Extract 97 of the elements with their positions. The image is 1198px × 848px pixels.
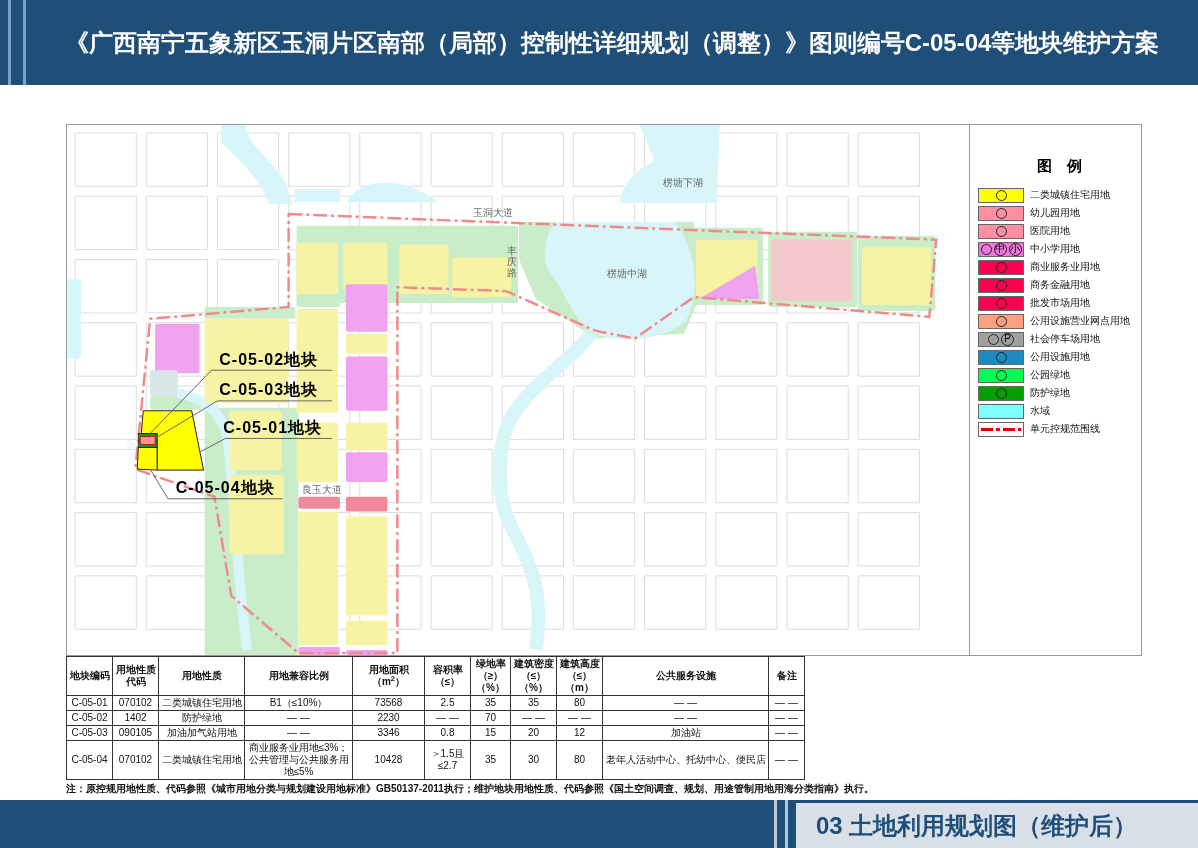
table-cell: C-05-04 bbox=[66, 740, 113, 780]
table-header-cell: 建筑高度 （≤） （m） bbox=[556, 656, 603, 696]
legend-title: 图 例 bbox=[1037, 156, 1082, 176]
table-cell: — — bbox=[510, 710, 557, 726]
table-note: 注：原控规用地性质、代码参照《城市用地分类与规划建设用地标准》GB50137-2011执行；维护地块用地性质、代码参照《国土空间调查、规划、用途管制用地用海分类指南》执行。 bbox=[66, 783, 874, 795]
legend-label: 单元控规范围线 bbox=[1030, 424, 1100, 434]
table-cell: — — bbox=[768, 710, 805, 726]
legend-label: 二类城镇住宅用地 bbox=[1030, 190, 1110, 200]
school-parcel bbox=[345, 452, 388, 482]
table-cell: — — bbox=[244, 710, 353, 726]
table-cell: 二类城镇住宅用地 bbox=[158, 740, 245, 780]
footer-title: 03 土地利用规划图（维护后） bbox=[796, 803, 1198, 848]
residential-parcel bbox=[399, 244, 449, 295]
legend-label: 批发市场用地 bbox=[1030, 298, 1090, 308]
table-cell: 35 bbox=[470, 740, 511, 780]
page-title: 《广西南宁五象新区玉洞片区南部（局部）控制性详细规划（调整）》图则编号C-05-04等地块维护方案 bbox=[63, 27, 1161, 58]
table-cell: 加油加气站用地 bbox=[158, 725, 245, 741]
parcel-label: C-05-02地块 bbox=[219, 350, 319, 369]
table-cell: ＞1.5且≤2.7 bbox=[424, 740, 471, 780]
map-place-label: 丰庆路 bbox=[507, 245, 518, 278]
table-header-cell: 用地兼容比例 bbox=[244, 656, 353, 696]
table-cell: — — bbox=[424, 710, 471, 726]
table-cell: C-05-01 bbox=[66, 695, 113, 711]
legend-label: 商务金融用地 bbox=[1030, 280, 1090, 290]
table-cell: 2.5 bbox=[424, 695, 471, 711]
table-cell: 73568 bbox=[352, 695, 425, 711]
table-header-cell: 用地面积（m$^{2}$） bbox=[352, 656, 425, 696]
table-cell: 20 bbox=[510, 725, 557, 741]
legend-label: 社会停车场用地 bbox=[1030, 334, 1100, 344]
table-cell: 70 bbox=[470, 710, 511, 726]
table-cell: 二类城镇住宅用地 bbox=[158, 695, 245, 711]
legend-label: 中小学用地 bbox=[1030, 244, 1080, 254]
table-cell: 商业服务业用地≤3%；公共管理与公共服务用地≤5% bbox=[244, 740, 353, 780]
table-header-cell: 用地性质 代码 bbox=[112, 656, 159, 696]
table-cell: 2230 bbox=[352, 710, 425, 726]
residential-parcel bbox=[296, 242, 339, 295]
legend-label: 商业服务业用地 bbox=[1030, 262, 1100, 272]
table-cell: 80 bbox=[556, 740, 603, 780]
table-cell: 15 bbox=[470, 725, 511, 741]
table-cell: 090105 bbox=[112, 725, 159, 741]
table-header-cell: 用地性质 bbox=[158, 656, 245, 696]
table-cell: 10428 bbox=[352, 740, 425, 780]
parcel-label: C-05-01地块 bbox=[223, 418, 323, 437]
school-parcel bbox=[345, 650, 388, 655]
canal bbox=[294, 189, 340, 203]
table-cell: — — bbox=[602, 695, 769, 711]
legend-label: 公园绿地 bbox=[1030, 370, 1070, 380]
school-parcel bbox=[345, 284, 388, 332]
table-header-cell: 备注 bbox=[768, 656, 805, 696]
map-place-label: 楞塘下湖 bbox=[663, 178, 704, 189]
table-cell: 加油站 bbox=[602, 725, 769, 741]
school-parcel bbox=[298, 647, 340, 655]
parcel-label: C-05-04地块 bbox=[175, 479, 275, 498]
legend-label: 防护绿地 bbox=[1030, 388, 1070, 398]
table-cell: 0.8 bbox=[424, 725, 471, 741]
map-place-label: 楞塘中湖 bbox=[606, 269, 647, 280]
table-cell: — — bbox=[768, 695, 805, 711]
table-cell: — — bbox=[768, 740, 805, 780]
map-place-label: 玉洞大道 bbox=[473, 208, 514, 218]
table-header-cell: 绿地率 （≥） （%） bbox=[470, 656, 511, 696]
map-place-label: 良玉大道 bbox=[302, 484, 343, 495]
table-header-cell: 地块编码 bbox=[66, 656, 113, 696]
legend-label: 公用设施用地 bbox=[1030, 352, 1090, 362]
table-cell: B1（≤10%） bbox=[244, 695, 353, 711]
table-cell: 070102 bbox=[112, 740, 159, 780]
table-cell: 防护绿地 bbox=[158, 710, 245, 726]
land-parcel bbox=[150, 370, 178, 396]
table-header-cell: 建筑密度 （≤） （%） bbox=[510, 656, 557, 696]
table-cell: 12 bbox=[556, 725, 603, 741]
school-parcel bbox=[345, 356, 388, 411]
parcel-label: C-05-03地块 bbox=[219, 381, 319, 400]
school-parcel bbox=[155, 323, 200, 374]
stripe-ornament bbox=[774, 800, 788, 848]
table-cell: 070102 bbox=[112, 695, 159, 711]
residential-parcel bbox=[862, 247, 932, 305]
table-cell: — — bbox=[556, 710, 603, 726]
school-parcel bbox=[698, 265, 760, 300]
table-cell: 1402 bbox=[112, 710, 159, 726]
table-cell: 35 bbox=[510, 695, 557, 711]
table-cell: — — bbox=[244, 725, 353, 741]
residential-parcel bbox=[345, 422, 388, 451]
table-cell: C-05-03 bbox=[66, 725, 113, 741]
legend-label: 水域 bbox=[1030, 406, 1050, 416]
table-cell: — — bbox=[768, 725, 805, 741]
table-cell: 老年人活动中心、托幼中心、便民店 bbox=[602, 740, 769, 780]
table-cell: — — bbox=[602, 710, 769, 726]
table-header-cell: 公共服务设施 bbox=[602, 656, 769, 696]
table-cell: 80 bbox=[556, 695, 603, 711]
table-cell: 3346 bbox=[352, 725, 425, 741]
table-cell: C-05-02 bbox=[66, 710, 113, 726]
table-header-cell: 容积率 （≤） bbox=[424, 656, 471, 696]
legend-label: 公用设施营业网点用地 bbox=[1030, 316, 1130, 326]
legend-label: 幼儿园用地 bbox=[1030, 208, 1080, 218]
legend-label: 医院用地 bbox=[1030, 226, 1070, 236]
table-cell: 35 bbox=[470, 695, 511, 711]
residential-parcel bbox=[345, 620, 388, 646]
table-cell: 30 bbox=[510, 740, 557, 780]
